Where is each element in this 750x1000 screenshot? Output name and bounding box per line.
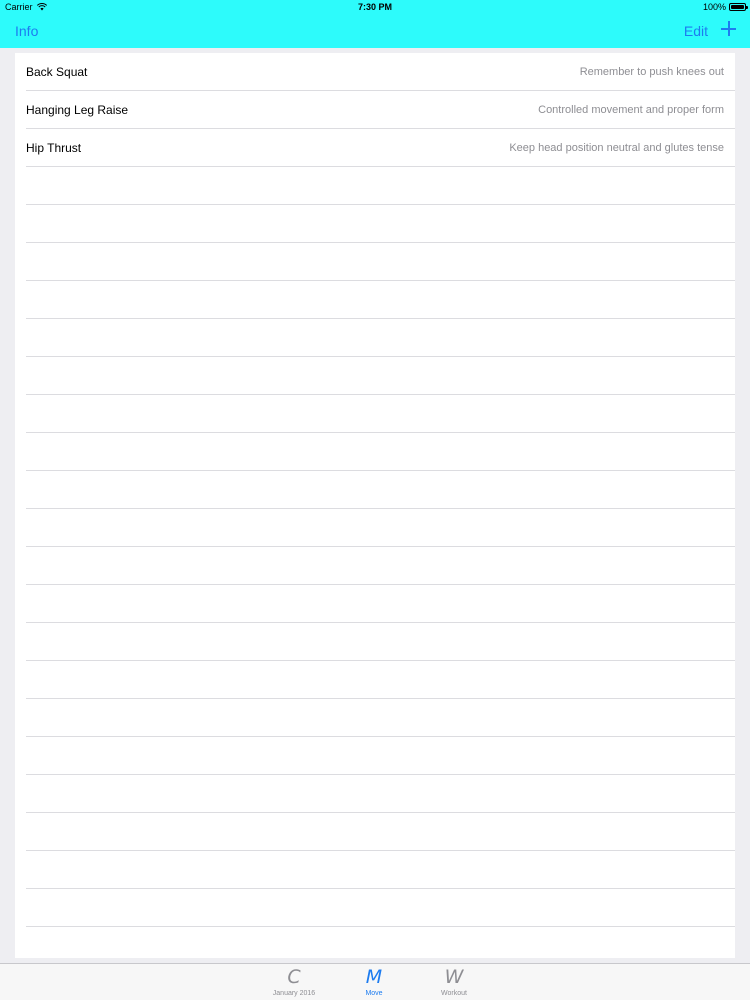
tab-calendar[interactable]: C January 2016: [259, 964, 329, 1000]
empty-row: [15, 547, 735, 585]
empty-row: [15, 775, 735, 813]
empty-row: [15, 623, 735, 661]
tab-label: January 2016: [272, 990, 316, 997]
table-row[interactable]: Hanging Leg Raise Controlled movement an…: [15, 91, 735, 129]
empty-row: [15, 281, 735, 319]
table-row[interactable]: Back Squat Remember to push knees out: [15, 53, 735, 91]
empty-row: [15, 699, 735, 737]
tab-workout[interactable]: W Workout: [419, 964, 489, 1000]
nav-bar: Info Edit: [0, 15, 750, 48]
exercise-note: Keep head position neutral and glutes te…: [509, 142, 724, 154]
empty-row: [15, 851, 735, 889]
battery-percent: 100%: [702, 2, 726, 12]
empty-row: [15, 585, 735, 623]
tab-label: Workout: [441, 990, 467, 997]
empty-row: [15, 357, 735, 395]
empty-row: [15, 927, 735, 958]
status-bar: Carrier 7:30 PM 100%: [0, 0, 750, 15]
empty-row: [15, 737, 735, 775]
exercise-note: Remember to push knees out: [579, 66, 724, 78]
empty-row: [15, 205, 735, 243]
info-button[interactable]: Info: [15, 23, 38, 39]
calendar-tab-icon: C: [287, 966, 301, 988]
tab-move[interactable]: M Move: [339, 964, 409, 1000]
edit-button[interactable]: Edit: [684, 23, 708, 39]
empty-row: [15, 319, 735, 357]
tab-bar: C January 2016 M Move W Workout: [0, 963, 750, 1000]
empty-row: [15, 433, 735, 471]
empty-row: [15, 509, 735, 547]
move-tab-icon: M: [365, 966, 383, 988]
exercise-name: Back Squat: [26, 65, 88, 79]
empty-row: [15, 813, 735, 851]
battery-info: 100%: [702, 2, 748, 12]
empty-row: [15, 661, 735, 699]
empty-row: [15, 395, 735, 433]
empty-row: [15, 889, 735, 927]
exercise-note: Controlled movement and proper form: [538, 104, 724, 116]
empty-row: [15, 167, 735, 205]
battery-icon: [729, 3, 748, 11]
empty-row: [15, 243, 735, 281]
table-row[interactable]: Hip Thrust Keep head position neutral an…: [15, 129, 735, 167]
workout-tab-icon: W: [444, 966, 464, 988]
status-time: 7:30 PM: [357, 2, 392, 12]
tab-label: Move: [365, 990, 383, 997]
empty-row: [15, 471, 735, 509]
exercise-name: Hip Thrust: [26, 141, 82, 155]
exercise-table[interactable]: Back Squat Remember to push knees out Ha…: [15, 53, 735, 958]
exercise-name: Hanging Leg Raise: [26, 103, 129, 117]
plus-icon[interactable]: [721, 21, 736, 36]
